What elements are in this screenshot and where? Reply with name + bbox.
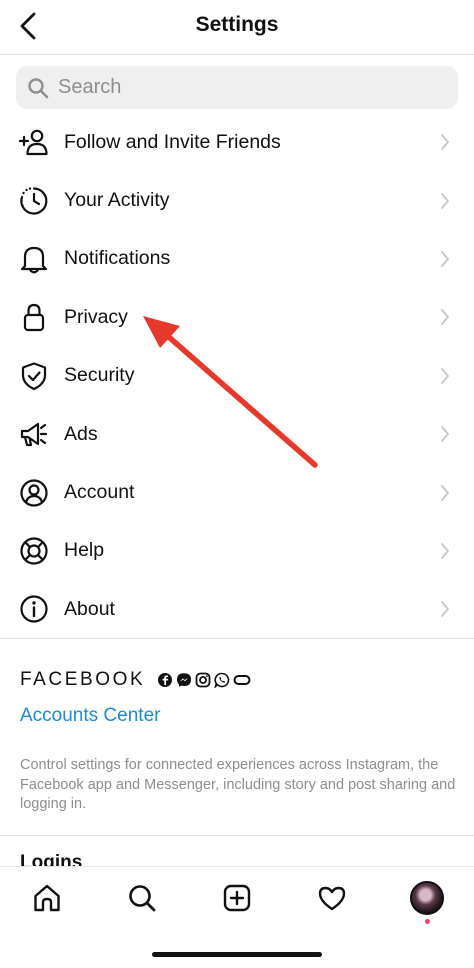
- page-title: Settings: [195, 13, 279, 36]
- section-divider: [0, 835, 474, 836]
- lifebuoy-icon: [19, 536, 49, 566]
- chevron-right-icon: [441, 134, 449, 151]
- menu-item-about[interactable]: About: [0, 580, 474, 638]
- shield-check-icon: [19, 361, 49, 391]
- meta-apps-icons: [157, 672, 254, 688]
- menu-item-label: Account: [64, 481, 135, 504]
- plus-square-icon: [223, 884, 251, 912]
- portal-icon: [233, 672, 251, 688]
- tab-profile[interactable]: [410, 881, 444, 924]
- accounts-center-description: Control settings for connected experienc…: [20, 757, 456, 812]
- whatsapp-icon: [214, 672, 230, 688]
- menu-item-label: Privacy: [64, 305, 128, 328]
- bell-icon: [19, 244, 49, 274]
- messenger-icon: [176, 672, 192, 688]
- chevron-right-icon: [441, 367, 449, 384]
- lock-icon: [19, 302, 49, 332]
- menu-item-your-activity[interactable]: Your Activity: [0, 171, 474, 229]
- search-icon: [27, 77, 49, 99]
- menu-item-label: Follow and Invite Friends: [64, 130, 281, 153]
- menu-item-follow-invite[interactable]: Follow and Invite Friends: [0, 113, 474, 171]
- chevron-right-icon: [441, 251, 449, 267]
- settings-screen: Settings Search Follow and Invite Friend…: [0, 0, 474, 968]
- megaphone-icon: [19, 419, 49, 449]
- menu-item-label: About: [64, 597, 115, 620]
- chevron-right-icon: [441, 426, 449, 443]
- tab-activity[interactable]: [315, 881, 349, 915]
- home-icon: [34, 884, 60, 912]
- chevron-right-icon: [441, 601, 449, 618]
- menu-item-label: Notifications: [64, 247, 171, 270]
- menu-item-help[interactable]: Help: [0, 522, 474, 580]
- account-circle-icon: [19, 478, 49, 508]
- notification-dot: [425, 919, 430, 924]
- search-icon: [129, 885, 156, 912]
- facebook-header: FACEBOOK: [20, 668, 254, 692]
- header: Settings: [0, 0, 474, 55]
- accounts-center-link[interactable]: Accounts Center: [20, 705, 160, 727]
- tab-home[interactable]: [30, 881, 64, 915]
- heart-icon: [318, 886, 346, 911]
- chevron-right-icon: [441, 543, 449, 559]
- instagram-icon: [195, 672, 211, 688]
- menu-item-account[interactable]: Account: [0, 463, 474, 521]
- settings-menu: Follow and Invite Friends Your Activity: [0, 113, 474, 639]
- menu-item-label: Security: [64, 364, 135, 387]
- section-divider: [0, 638, 474, 639]
- search-placeholder: Search: [58, 76, 122, 98]
- menu-item-notifications[interactable]: Notifications: [0, 230, 474, 288]
- activity-clock-icon: [19, 186, 49, 216]
- menu-item-label: Help: [64, 539, 105, 562]
- info-icon: [19, 594, 49, 624]
- add-person-icon: [19, 127, 49, 157]
- chevron-right-icon: [441, 484, 449, 501]
- tab-search[interactable]: [125, 881, 159, 915]
- menu-item-privacy[interactable]: Privacy: [0, 288, 474, 346]
- menu-item-ads[interactable]: Ads: [0, 405, 474, 463]
- avatar: [410, 881, 444, 915]
- home-indicator[interactable]: [152, 952, 322, 957]
- menu-item-security[interactable]: Security: [0, 347, 474, 405]
- tab-create[interactable]: [220, 881, 254, 915]
- menu-item-label: Your Activity: [64, 189, 170, 212]
- menu-item-label: Ads: [64, 422, 98, 445]
- chevron-right-icon: [441, 192, 449, 209]
- facebook-wordmark: FACEBOOK: [20, 669, 146, 690]
- search-input[interactable]: Search: [16, 66, 458, 109]
- chevron-right-icon: [441, 309, 449, 326]
- facebook-icon: [157, 672, 173, 688]
